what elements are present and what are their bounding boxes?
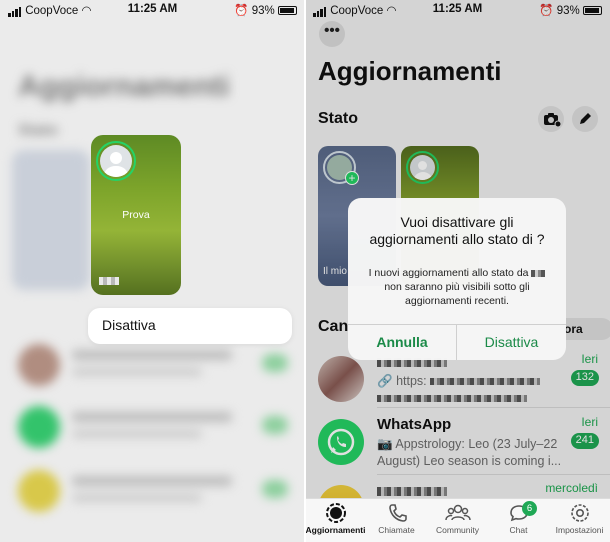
phone-icon — [388, 504, 407, 522]
settings-icon — [570, 504, 589, 522]
tab-aggiornamenti[interactable]: Aggiornamenti — [305, 501, 366, 535]
context-menu-disattiva[interactable]: Disattiva — [88, 308, 292, 344]
updates-icon — [325, 503, 346, 523]
tab-chat[interactable]: 6 Chat — [488, 501, 549, 535]
blurred-row — [12, 340, 292, 390]
status-card-name: Prova — [122, 209, 150, 221]
avatar-placeholder-icon — [100, 145, 132, 177]
dialog-message: I nuovi aggiornamenti allo stato da non … — [362, 266, 552, 308]
tab-community[interactable]: Community — [427, 501, 488, 535]
battery-percent: 93% — [251, 5, 275, 17]
tab-chiamate[interactable]: Chiamate — [366, 501, 427, 535]
disable-button[interactable]: Disattiva — [457, 325, 566, 360]
blurred-row — [12, 402, 292, 452]
cancel-button[interactable]: Annulla — [348, 325, 457, 360]
left-screenshot: Aggiornamenti Stato CoopVoce ◠ 11:25 AM … — [0, 0, 305, 542]
tab-impostazioni[interactable]: Impostazioni — [549, 501, 610, 535]
confirm-dialog: Vuoi disattivare gli aggiornamenti allo … — [348, 198, 566, 360]
dialog-title: Vuoi disattivare gli aggiornamenti allo … — [369, 214, 545, 247]
status-card-preview[interactable]: Prova — [91, 135, 181, 295]
context-menu-item-label: Disattiva — [102, 317, 156, 333]
chat-badge: 6 — [522, 501, 537, 516]
blurred-row — [12, 466, 292, 516]
alarm-icon: ⏰ — [234, 5, 249, 17]
community-icon — [444, 504, 471, 521]
dialog-buttons: Annulla Disattiva — [348, 324, 566, 360]
battery-icon — [278, 6, 297, 15]
tab-bar: Aggiornamenti Chiamate Community 6 Chat … — [305, 498, 610, 542]
panel-divider — [304, 0, 306, 542]
blurred-title: Aggiornamenti — [18, 70, 230, 103]
redacted-text — [99, 277, 119, 285]
status-bar: CoopVoce ◠ 11:25 AM ⏰ 93% — [0, 0, 305, 18]
blurred-section-label: Stato — [18, 122, 58, 139]
blurred-status-card — [12, 150, 90, 290]
avatar-ring — [96, 141, 136, 181]
